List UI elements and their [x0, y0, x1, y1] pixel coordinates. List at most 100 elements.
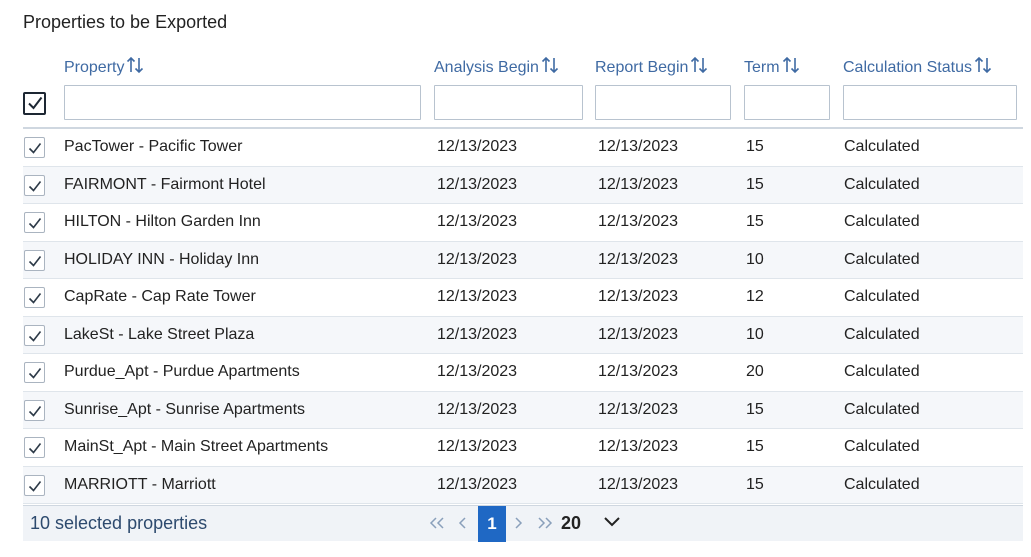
report-begin-cell: 12/13/2023: [598, 288, 679, 305]
property-filter-input[interactable]: [64, 85, 421, 120]
row-checkbox[interactable]: [24, 212, 45, 233]
column-header-property-label: Property: [64, 58, 125, 76]
report-begin-cell: 12/13/2023: [598, 475, 679, 493]
check-icon: [28, 293, 42, 304]
term-cell: 15: [746, 175, 764, 193]
column-header-term-label: Term: [744, 58, 780, 76]
sort-icon[interactable]: [974, 55, 992, 80]
sort-icon[interactable]: [690, 55, 708, 80]
calculation-status-cell: Calculated: [844, 438, 920, 455]
sort-icon[interactable]: [541, 55, 559, 80]
select-all-checkbox[interactable]: [23, 92, 46, 115]
check-icon: [28, 405, 42, 417]
table-row[interactable]: LakeSt - Lake Street Plaza 12/13/2023 12…: [23, 316, 1023, 354]
report-begin-filter-input[interactable]: [595, 85, 731, 120]
row-checkbox[interactable]: [24, 324, 45, 346]
report-begin-cell: 12/13/2023: [598, 325, 679, 343]
table-row[interactable]: FAIRMONT - Fairmont Hotel 12/13/2023 12/…: [23, 166, 1023, 204]
table-row[interactable]: Purdue_Apt - Purdue Apartments 12/13/202…: [23, 354, 1023, 392]
analysis-begin-cell: 12/13/2023: [437, 138, 518, 155]
analysis-begin-cell: 12/13/2023: [437, 175, 518, 193]
check-icon: [28, 443, 42, 454]
table-row[interactable]: Sunrise_Apt - Sunrise Apartments 12/13/2…: [23, 391, 1023, 429]
row-checkbox[interactable]: [24, 249, 45, 271]
calculation-status-cell: Calculated: [844, 213, 920, 230]
term-cell: 15: [746, 438, 764, 455]
term-cell: 15: [746, 400, 764, 418]
property-cell: Purdue_Apt - Purdue Apartments: [64, 363, 300, 380]
table-row[interactable]: MainSt_Apt - Main Street Apartments 12/1…: [23, 429, 1023, 467]
report-begin-cell: 12/13/2023: [598, 250, 679, 268]
calculation-status-cell: Calculated: [844, 475, 920, 493]
check-icon: [28, 255, 42, 267]
analysis-begin-cell: 12/13/2023: [437, 400, 518, 418]
row-checkbox[interactable]: [24, 399, 45, 421]
check-icon: [28, 480, 42, 492]
table-row[interactable]: MARRIOTT - Marriott 12/13/2023 12/13/202…: [23, 466, 1023, 504]
term-cell: 15: [746, 138, 764, 155]
page-title: Properties to be Exported: [23, 12, 228, 32]
term-cell: 15: [746, 475, 764, 493]
column-header-analysis-begin-label: Analysis Begin: [434, 58, 539, 76]
property-cell: HILTON - Hilton Garden Inn: [64, 213, 261, 230]
calculation-status-cell: Calculated: [844, 325, 920, 343]
report-begin-cell: 12/13/2023: [598, 138, 679, 155]
column-header-calculation-status[interactable]: Calculation Status: [843, 55, 992, 80]
sort-icon[interactable]: [126, 55, 144, 80]
calculation-status-cell: Calculated: [844, 250, 920, 268]
check-icon: [28, 330, 42, 342]
chevron-down-icon[interactable]: [603, 515, 621, 534]
report-begin-cell: 12/13/2023: [598, 213, 679, 230]
property-cell: FAIRMONT - Fairmont Hotel: [64, 175, 266, 193]
page-size-value[interactable]: 20: [561, 513, 581, 534]
analysis-begin-filter-input[interactable]: [434, 85, 583, 120]
table-footer: 10 selected properties 1 20: [23, 505, 1023, 542]
term-cell: 10: [746, 250, 764, 268]
first-page-icon[interactable]: [428, 515, 446, 535]
term-cell: 15: [746, 213, 764, 230]
column-header-term[interactable]: Term: [744, 55, 800, 80]
column-header-analysis-begin[interactable]: Analysis Begin: [434, 55, 559, 80]
property-cell: MainSt_Apt - Main Street Apartments: [64, 438, 329, 455]
row-checkbox[interactable]: [24, 174, 45, 196]
check-icon: [28, 96, 43, 110]
row-checkbox[interactable]: [24, 287, 45, 308]
report-begin-cell: 12/13/2023: [598, 175, 679, 193]
analysis-begin-cell: 12/13/2023: [437, 213, 518, 230]
table-row[interactable]: CapRate - Cap Rate Tower 12/13/2023 12/1…: [23, 279, 1023, 317]
table-row[interactable]: HILTON - Hilton Garden Inn 12/13/2023 12…: [23, 204, 1023, 242]
page-number: 1: [487, 514, 497, 533]
report-begin-cell: 12/13/2023: [598, 438, 679, 455]
analysis-begin-cell: 12/13/2023: [437, 250, 518, 268]
analysis-begin-cell: 12/13/2023: [437, 325, 518, 343]
calculation-status-cell: Calculated: [844, 363, 920, 380]
selected-count-label: 10 selected properties: [30, 513, 208, 533]
property-cell: LakeSt - Lake Street Plaza: [64, 325, 255, 343]
prev-page-icon[interactable]: [457, 515, 469, 535]
last-page-icon[interactable]: [536, 515, 554, 535]
term-filter-input[interactable]: [744, 85, 830, 120]
page-button-current[interactable]: 1: [478, 506, 506, 542]
term-cell: 12: [746, 288, 764, 305]
table-body: PacTower - Pacific Tower 12/13/2023 12/1…: [23, 129, 1023, 504]
column-header-property[interactable]: Property: [64, 55, 144, 80]
row-checkbox[interactable]: [24, 437, 45, 458]
report-begin-cell: 12/13/2023: [598, 400, 679, 418]
check-icon: [28, 180, 42, 192]
calculation-status-filter-input[interactable]: [843, 85, 1017, 120]
table-row[interactable]: PacTower - Pacific Tower 12/13/2023 12/1…: [23, 129, 1023, 167]
calculation-status-cell: Calculated: [844, 288, 920, 305]
report-begin-cell: 12/13/2023: [598, 363, 679, 380]
column-header-report-begin[interactable]: Report Begin: [595, 55, 708, 80]
table-row[interactable]: HOLIDAY INN - Holiday Inn 12/13/2023 12/…: [23, 241, 1023, 279]
next-page-icon[interactable]: [512, 515, 524, 535]
row-checkbox[interactable]: [24, 474, 45, 496]
column-header-calculation-status-label: Calculation Status: [843, 58, 972, 76]
row-checkbox[interactable]: [24, 137, 45, 158]
sort-icon[interactable]: [782, 55, 800, 80]
term-cell: 10: [746, 325, 764, 343]
row-checkbox[interactable]: [24, 362, 45, 383]
calculation-status-cell: Calculated: [844, 400, 920, 418]
property-cell: Sunrise_Apt - Sunrise Apartments: [64, 400, 306, 418]
property-cell: PacTower - Pacific Tower: [64, 138, 243, 155]
